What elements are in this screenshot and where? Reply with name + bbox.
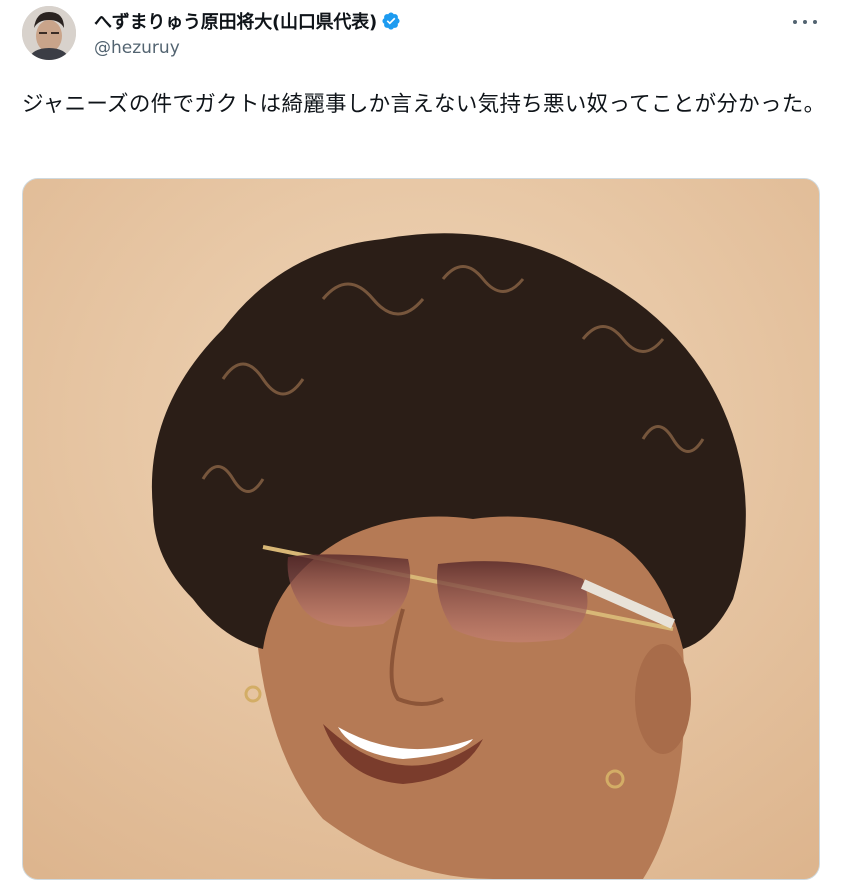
avatar[interactable] <box>22 6 76 60</box>
name-row: へずまりゅう原田将大(山口県代表) <box>94 8 785 34</box>
display-name[interactable]: へずまりゅう原田将大(山口県代表) <box>94 8 377 34</box>
tweet: へずまりゅう原田将大(山口県代表) @hezuruy ジャニーズの件でガクトは綺… <box>0 0 845 880</box>
handle[interactable]: @hezuruy <box>94 38 785 58</box>
tweet-header: へずまりゅう原田将大(山口県代表) @hezuruy <box>94 8 785 58</box>
more-dot <box>813 20 817 24</box>
avatar-image <box>22 6 76 60</box>
more-dot <box>803 20 807 24</box>
verified-badge-icon <box>382 12 400 30</box>
tweet-text: ジャニーズの件でガクトは綺麗事しか言えない気持ち悪い奴ってことが分かった。 <box>22 92 826 117</box>
photo-image <box>23 179 819 879</box>
more-options-icon[interactable] <box>793 12 817 32</box>
tweet-media-photo[interactable] <box>22 178 820 880</box>
more-dot <box>793 20 797 24</box>
